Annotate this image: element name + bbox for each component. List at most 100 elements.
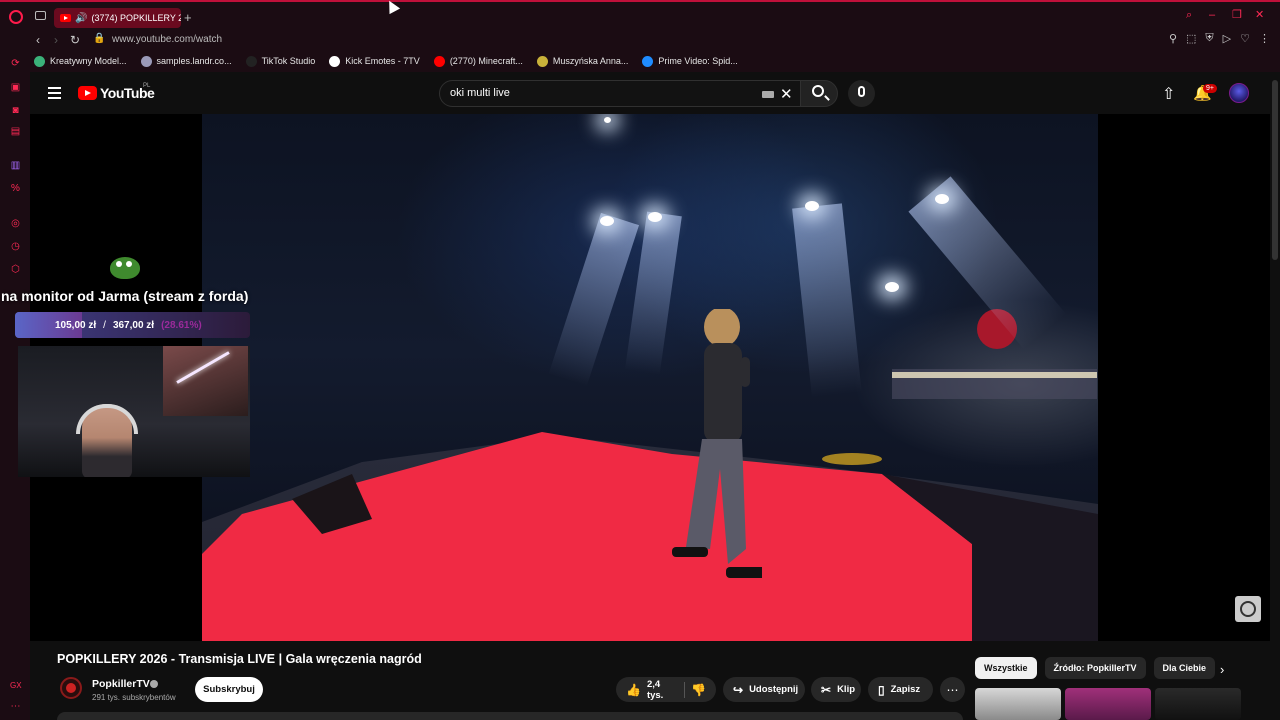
like-divider	[684, 681, 686, 698]
save-button[interactable]: ▯ Zapisz	[868, 677, 933, 702]
lock-icon: 🔒	[93, 33, 106, 44]
stage-light	[648, 212, 662, 222]
share-label: Udostępnij	[749, 684, 799, 695]
bookmark-item[interactable]: Kick Emotes - 7TV	[329, 55, 420, 67]
create-upload-icon[interactable]: ⇧	[1162, 84, 1175, 104]
search-tabs-icon[interactable]: ⌕	[1186, 10, 1197, 21]
scissors-icon: ✂	[821, 682, 832, 697]
ai-icon[interactable]: ⟳	[10, 58, 21, 69]
channel-avatar[interactable]	[60, 677, 82, 699]
dislike-icon[interactable]: 👎	[691, 683, 706, 697]
donation-goal-bar: 105,00 zł / 367,00 zł (28.61%)	[15, 312, 250, 338]
bookmark-item[interactable]: Kreatywny Model...	[34, 55, 127, 67]
bookmark-item[interactable]: Prime Video: Spid...	[642, 55, 738, 67]
bookmark-item[interactable]: (2770) Minecraft...	[433, 55, 523, 67]
bookmark-favicon-icon	[536, 55, 548, 67]
keyboard-icon[interactable]	[762, 91, 774, 98]
recommended-video-thumbnail[interactable]	[1155, 688, 1241, 720]
performer-figure	[672, 309, 762, 578]
stage-light	[885, 282, 899, 292]
like-dislike-group: 👍 2,4 tys. 👎	[616, 677, 716, 702]
back-icon[interactable]: ‹	[36, 33, 40, 47]
workspaces-icon[interactable]	[35, 11, 46, 20]
like-count[interactable]: 2,4 tys.	[647, 679, 678, 701]
subscribe-button[interactable]: Subskrybuj	[195, 677, 263, 702]
heart-icon[interactable]: ♡	[1240, 32, 1250, 45]
menu-icon[interactable]: ⋮	[1259, 32, 1270, 45]
music-icon[interactable]: ▤	[10, 126, 21, 137]
shield-icon[interactable]: ⛨	[1205, 32, 1213, 45]
minimize-button[interactable]: –	[1209, 10, 1220, 21]
recommendation-chips: Wszystkie Źródło: PopkillerTV Dla Ciebie	[975, 657, 1216, 679]
goal-current: 105,00 zł	[55, 319, 97, 331]
bookmark-label: TikTok Studio	[261, 56, 316, 66]
voice-search-button[interactable]	[848, 80, 875, 107]
new-tab-button[interactable]: +	[184, 10, 192, 25]
tab-title: (3774) POPKILLERY 20	[91, 13, 181, 23]
bookmark-favicon-icon	[642, 55, 654, 67]
bookmark-item[interactable]: samples.landr.co...	[140, 55, 232, 67]
extensions-icon[interactable]: ⬡	[10, 264, 21, 275]
clip-button[interactable]: ✂ Klip	[811, 677, 861, 702]
history-icon[interactable]: ◷	[10, 241, 21, 252]
bookmark-label: (2770) Minecraft...	[449, 56, 523, 66]
browser-tab-bar: 🔊 (3774) POPKILLERY 20 + ⌕ – ❐ ✕	[0, 0, 1280, 30]
video-frame[interactable]	[202, 114, 1098, 641]
more-actions-button[interactable]: ⋯	[940, 677, 965, 702]
chip-source[interactable]: Źródło: PopkillerTV	[1044, 657, 1146, 679]
restore-button[interactable]: ❐	[1232, 10, 1243, 21]
clip-label: Klip	[837, 684, 856, 695]
sidebar-more-icon[interactable]: ⋯	[10, 701, 21, 712]
bookmark-label: Kick Emotes - 7TV	[345, 56, 420, 66]
youtube-header: YouTube PL ✕ ⇧ 🔔 9+	[30, 72, 1280, 114]
opera-logo-icon[interactable]	[9, 10, 23, 24]
description-box[interactable]	[57, 712, 963, 720]
bookmark-item[interactable]: TikTok Studio	[245, 55, 316, 67]
forward-icon[interactable]: ›	[54, 33, 58, 47]
like-icon[interactable]: 👍	[626, 683, 641, 697]
stage-light	[600, 216, 614, 226]
recommended-video-thumbnail[interactable]	[975, 688, 1061, 720]
search-input[interactable]	[450, 87, 750, 99]
mic-icon	[858, 86, 865, 97]
chip-all[interactable]: Wszystkie	[975, 657, 1037, 679]
close-window-button[interactable]: ✕	[1255, 10, 1266, 21]
page-scrollbar[interactable]	[1272, 80, 1278, 260]
chip-for-you[interactable]: Dla Ciebie	[1153, 657, 1216, 679]
hamburger-menu-icon[interactable]	[48, 87, 61, 99]
chevron-right-icon[interactable]: ›	[1220, 662, 1224, 677]
recommended-video-thumbnail[interactable]	[1065, 688, 1151, 720]
channel-watermark-icon[interactable]	[1235, 596, 1261, 622]
bookmark-item[interactable]: Muszyńska Anna...	[536, 55, 628, 67]
goal-separator: /	[103, 319, 106, 331]
notification-badge: 9+	[1203, 84, 1217, 93]
gx-icon[interactable]: GX	[10, 680, 22, 691]
url-text[interactable]: www.youtube.com/watch	[112, 34, 222, 45]
player-icon[interactable]: ◎	[10, 218, 21, 229]
twitch-icon[interactable]: ▥	[10, 160, 21, 171]
donation-goal-title: na monitor od Jarma (stream z forda)	[1, 288, 249, 304]
pin-icon[interactable]: ⚲	[1169, 32, 1177, 45]
address-bar-actions: ⚲ ⬚ ⛨ ▷ ♡ ⋮	[1169, 32, 1270, 45]
speaker-icon[interactable]: 🔊	[75, 13, 87, 24]
youtube-favicon-icon	[60, 14, 71, 22]
address-bar: ‹ › ↻ 🔒 www.youtube.com/watch ⚲ ⬚ ⛨ ▷ ♡ …	[0, 30, 1280, 50]
percent-icon[interactable]: %	[10, 183, 21, 194]
account-avatar[interactable]	[1229, 83, 1249, 103]
headset-icon	[76, 404, 138, 434]
send-icon[interactable]: ▷	[1223, 32, 1231, 45]
reload-icon[interactable]: ↻	[70, 33, 80, 47]
neon-light	[163, 346, 248, 416]
search-icon	[812, 85, 824, 97]
bag-icon[interactable]: ▣	[10, 82, 21, 93]
verified-check-icon	[150, 680, 158, 688]
share-button[interactable]: ↪ Udostępnij	[723, 677, 805, 702]
bookmarks-bar: Kreatywny Model... samples.landr.co... Tik…	[0, 50, 1280, 72]
channel-name[interactable]: PopkillerTV	[92, 678, 150, 690]
snapshot-icon[interactable]: ⬚	[1186, 32, 1196, 45]
clear-search-icon[interactable]: ✕	[780, 85, 793, 103]
messenger-icon[interactable]: ◙	[10, 105, 21, 116]
tab-youtube[interactable]: 🔊 (3774) POPKILLERY 20	[54, 8, 181, 28]
search-button[interactable]	[800, 80, 838, 107]
bookmark-favicon-icon	[245, 55, 257, 67]
